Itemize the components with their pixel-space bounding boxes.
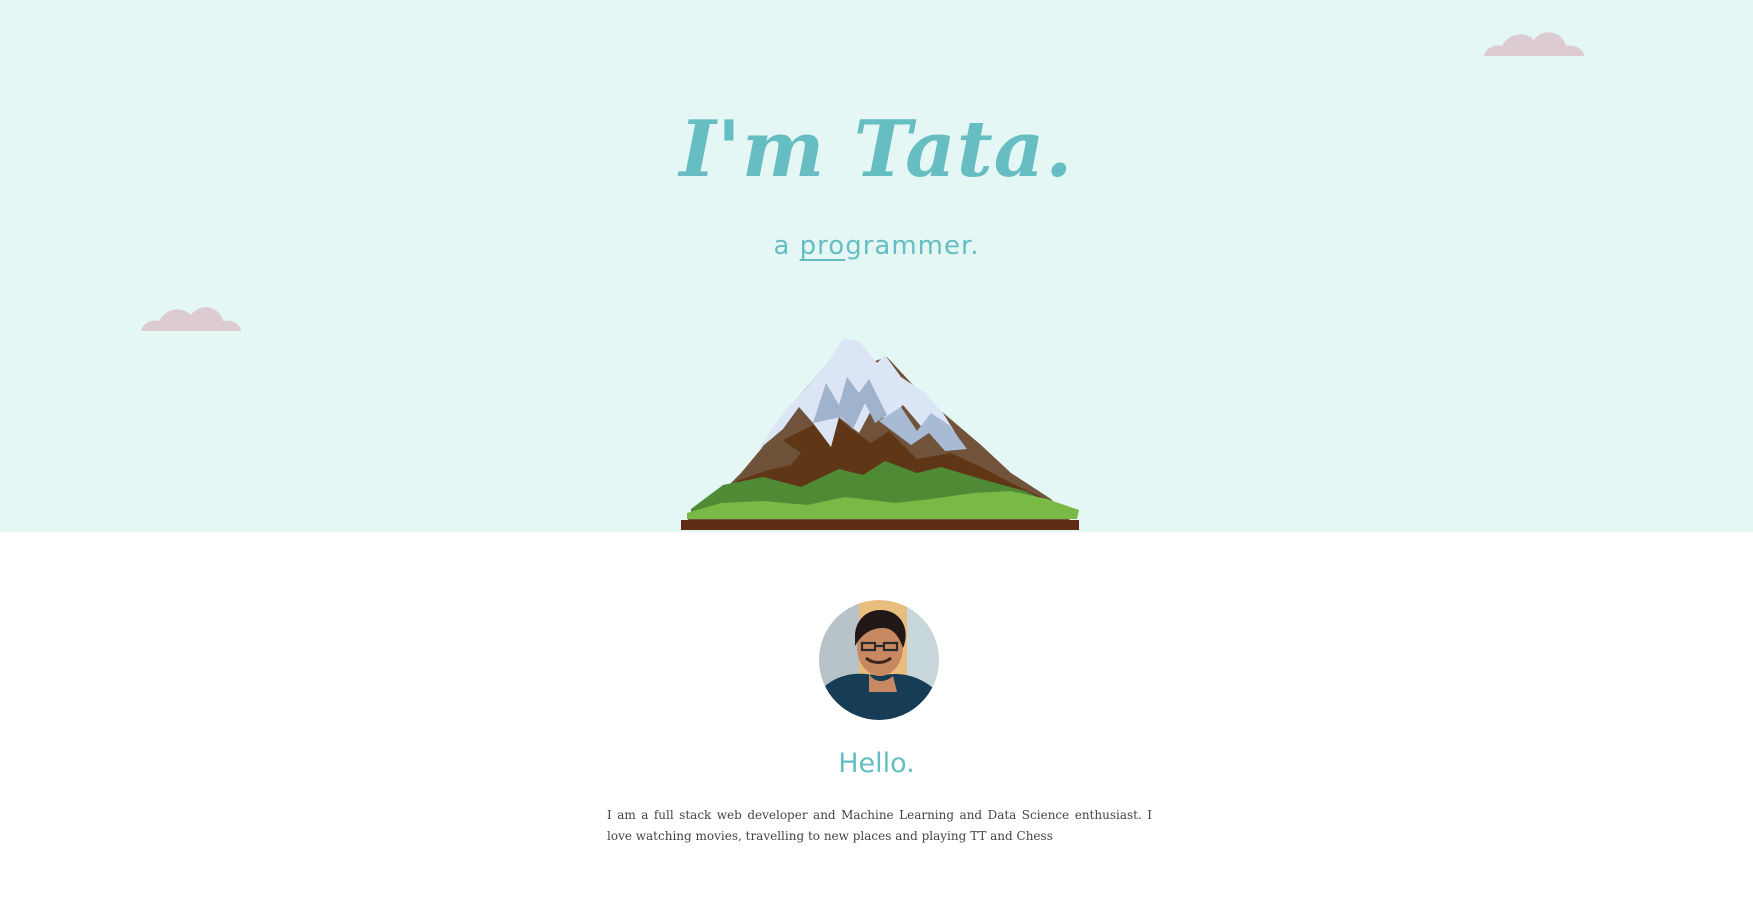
- about-section: Hello. I am a full stack web developer a…: [0, 532, 1753, 909]
- cloud-icon: [1484, 32, 1584, 56]
- about-description: I am a full stack web developer and Mach…: [607, 808, 1152, 843]
- hero-section: I'm Tata. a programmer.: [0, 0, 1753, 532]
- subtitle-typed-text: pro: [799, 231, 846, 261]
- profile-photo: [819, 600, 939, 720]
- mountain-illustration: [681, 339, 1079, 530]
- subtitle-prefix: a: [773, 231, 800, 261]
- hero-subtitle: a programmer.: [0, 226, 1753, 266]
- subtitle-rest: grammer.: [845, 231, 980, 261]
- cloud-icon: [141, 307, 241, 331]
- hero-title: I'm Tata.: [679, 104, 1074, 195]
- about-heading: Hello.: [838, 748, 915, 779]
